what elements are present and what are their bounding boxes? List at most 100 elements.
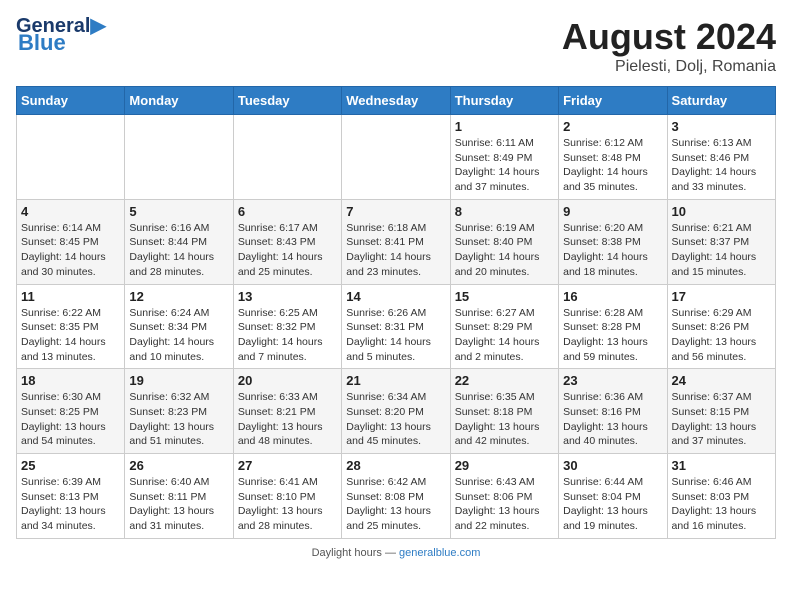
day-info: Sunrise: 6:46 AMSunset: 8:03 PMDaylight:… xyxy=(672,475,771,534)
day-info: Sunrise: 6:13 AMSunset: 8:46 PMDaylight:… xyxy=(672,136,771,195)
calendar-cell: 19 Sunrise: 6:32 AMSunset: 8:23 PMDayligh… xyxy=(125,369,233,454)
day-info: Sunrise: 6:12 AMSunset: 8:48 PMDaylight:… xyxy=(563,136,662,195)
day-number: 8 xyxy=(455,204,554,219)
day-number: 5 xyxy=(129,204,228,219)
day-info: Sunrise: 6:18 AMSunset: 8:41 PMDaylight:… xyxy=(346,221,445,280)
calendar-cell: 21Sunrise: 6:34 AMSunset: 8:20 PMDayligh… xyxy=(342,369,450,454)
day-info: Sunrise: 6:36 AMSunset: 8:16 PMDaylight:… xyxy=(563,390,662,449)
day-info: Sunrise: 6:40 AMSunset: 8:11 PMDaylight:… xyxy=(129,475,228,534)
day-info: Sunrise: 6:42 AMSunset: 8:08 PMDaylight:… xyxy=(346,475,445,534)
calendar-cell: 3 Sunrise: 6:13 AMSunset: 8:46 PMDaylight… xyxy=(667,115,775,200)
day-number: 28 xyxy=(346,458,445,473)
calendar-cell: 31 Sunrise: 6:46 AMSunset: 8:03 PMDayligh… xyxy=(667,454,775,539)
day-number: 21 xyxy=(346,373,445,388)
day-number: 23 xyxy=(563,373,662,388)
day-info: Sunrise: 6:28 AMSunset: 8:28 PMDaylight:… xyxy=(563,306,662,365)
day-info: Sunrise: 6:43 AMSunset: 8:06 PMDaylight:… xyxy=(455,475,554,534)
calendar-cell xyxy=(125,115,233,200)
day-info: Sunrise: 6:24 AMSunset: 8:34 PMDaylight:… xyxy=(129,306,228,365)
title-block: August 2024 Pielesti, Dolj, Romania xyxy=(562,16,776,76)
day-number: 1 xyxy=(455,119,554,134)
calendar-subtitle: Pielesti, Dolj, Romania xyxy=(562,58,776,76)
day-of-week-header: Tuesday xyxy=(233,87,341,115)
calendar-table: SundayMondayTuesdayWednesdayThursdayFrid… xyxy=(16,86,776,539)
calendar-cell: 12 Sunrise: 6:24 AMSunset: 8:34 PMDayligh… xyxy=(125,284,233,369)
calendar-cell: 7 Sunrise: 6:18 AMSunset: 8:41 PMDaylight… xyxy=(342,199,450,284)
day-number: 15 xyxy=(455,289,554,304)
day-number: 19 xyxy=(129,373,228,388)
day-info: Sunrise: 6:39 AMSunset: 8:13 PMDaylight:… xyxy=(21,475,120,534)
calendar-cell: 30Sunrise: 6:44 AMSunset: 8:04 PMDayligh… xyxy=(559,454,667,539)
calendar-cell: 16Sunrise: 6:28 AMSunset: 8:28 PMDayligh… xyxy=(559,284,667,369)
calendar-week-row: 18 Sunrise: 6:30 AMSunset: 8:25 PMDayligh… xyxy=(17,369,776,454)
calendar-cell: 15 Sunrise: 6:27 AMSunset: 8:29 PMDayligh… xyxy=(450,284,558,369)
day-info: Sunrise: 6:29 AMSunset: 8:26 PMDaylight:… xyxy=(672,306,771,365)
day-number: 12 xyxy=(129,289,228,304)
page-header: General▶ Blue August 2024 Pielesti, Dolj… xyxy=(16,16,776,76)
day-number: 14 xyxy=(346,289,445,304)
footer-link[interactable]: generalblue.com xyxy=(399,547,480,559)
day-info: Sunrise: 6:19 AMSunset: 8:40 PMDaylight:… xyxy=(455,221,554,280)
calendar-cell: 13Sunrise: 6:25 AMSunset: 8:32 PMDayligh… xyxy=(233,284,341,369)
calendar-cell: 14 Sunrise: 6:26 AMSunset: 8:31 PMDayligh… xyxy=(342,284,450,369)
day-info: Sunrise: 6:32 AMSunset: 8:23 PMDaylight:… xyxy=(129,390,228,449)
day-number: 31 xyxy=(672,458,771,473)
day-info: Sunrise: 6:14 AMSunset: 8:45 PMDaylight:… xyxy=(21,221,120,280)
calendar-cell: 22Sunrise: 6:35 AMSunset: 8:18 PMDayligh… xyxy=(450,369,558,454)
calendar-cell xyxy=(233,115,341,200)
day-number: 27 xyxy=(238,458,337,473)
day-number: 2 xyxy=(563,119,662,134)
day-info: Sunrise: 6:30 AMSunset: 8:25 PMDaylight:… xyxy=(21,390,120,449)
day-of-week-header: Saturday xyxy=(667,87,775,115)
calendar-cell: 25Sunrise: 6:39 AMSunset: 8:13 PMDayligh… xyxy=(17,454,125,539)
day-info: Sunrise: 6:26 AMSunset: 8:31 PMDaylight:… xyxy=(346,306,445,365)
calendar-cell: 26 Sunrise: 6:40 AMSunset: 8:11 PMDayligh… xyxy=(125,454,233,539)
calendar-cell: 17Sunrise: 6:29 AMSunset: 8:26 PMDayligh… xyxy=(667,284,775,369)
day-of-week-header: Friday xyxy=(559,87,667,115)
day-info: Sunrise: 6:17 AMSunset: 8:43 PMDaylight:… xyxy=(238,221,337,280)
day-info: Sunrise: 6:11 AMSunset: 8:49 PMDaylight:… xyxy=(455,136,554,195)
day-number: 18 xyxy=(21,373,120,388)
calendar-cell: 5 Sunrise: 6:16 AMSunset: 8:44 PMDaylight… xyxy=(125,199,233,284)
day-number: 26 xyxy=(129,458,228,473)
day-info: Sunrise: 6:27 AMSunset: 8:29 PMDaylight:… xyxy=(455,306,554,365)
day-info: Sunrise: 6:20 AMSunset: 8:38 PMDaylight:… xyxy=(563,221,662,280)
day-info: Sunrise: 6:25 AMSunset: 8:32 PMDaylight:… xyxy=(238,306,337,365)
calendar-cell: 18 Sunrise: 6:30 AMSunset: 8:25 PMDayligh… xyxy=(17,369,125,454)
calendar-cell: 4 Sunrise: 6:14 AMSunset: 8:45 PMDaylight… xyxy=(17,199,125,284)
calendar-cell: 28 Sunrise: 6:42 AMSunset: 8:08 PMDayligh… xyxy=(342,454,450,539)
calendar-cell: 27 Sunrise: 6:41 AMSunset: 8:10 PMDayligh… xyxy=(233,454,341,539)
day-number: 10 xyxy=(672,204,771,219)
day-number: 3 xyxy=(672,119,771,134)
day-number: 24 xyxy=(672,373,771,388)
footer-text: Daylight hours xyxy=(312,547,382,559)
calendar-cell: 2 Sunrise: 6:12 AMSunset: 8:48 PMDaylight… xyxy=(559,115,667,200)
calendar-cell: 6 Sunrise: 6:17 AMSunset: 8:43 PMDaylight… xyxy=(233,199,341,284)
calendar-cell: 1 Sunrise: 6:11 AMSunset: 8:49 PMDaylight… xyxy=(450,115,558,200)
day-info: Sunrise: 6:16 AMSunset: 8:44 PMDaylight:… xyxy=(129,221,228,280)
day-number: 9 xyxy=(563,204,662,219)
calendar-cell: 11Sunrise: 6:22 AMSunset: 8:35 PMDayligh… xyxy=(17,284,125,369)
day-number: 20 xyxy=(238,373,337,388)
day-number: 4 xyxy=(21,204,120,219)
calendar-cell: 10 Sunrise: 6:21 AMSunset: 8:37 PMDayligh… xyxy=(667,199,775,284)
calendar-title: August 2024 xyxy=(562,16,776,58)
day-number: 30 xyxy=(563,458,662,473)
calendar-cell: 23 Sunrise: 6:36 AMSunset: 8:16 PMDayligh… xyxy=(559,369,667,454)
calendar-cell: 29 Sunrise: 6:43 AMSunset: 8:06 PMDayligh… xyxy=(450,454,558,539)
calendar-week-row: 1 Sunrise: 6:11 AMSunset: 8:49 PMDaylight… xyxy=(17,115,776,200)
calendar-cell xyxy=(342,115,450,200)
logo-line2: Blue xyxy=(18,32,66,54)
day-info: Sunrise: 6:21 AMSunset: 8:37 PMDaylight:… xyxy=(672,221,771,280)
day-number: 6 xyxy=(238,204,337,219)
day-info: Sunrise: 6:41 AMSunset: 8:10 PMDaylight:… xyxy=(238,475,337,534)
day-number: 7 xyxy=(346,204,445,219)
calendar-week-row: 25Sunrise: 6:39 AMSunset: 8:13 PMDayligh… xyxy=(17,454,776,539)
day-info: Sunrise: 6:35 AMSunset: 8:18 PMDaylight:… xyxy=(455,390,554,449)
calendar-footer: Daylight hours — generalblue.com xyxy=(16,547,776,559)
day-info: Sunrise: 6:33 AMSunset: 8:21 PMDaylight:… xyxy=(238,390,337,449)
day-of-week-header: Wednesday xyxy=(342,87,450,115)
day-number: 29 xyxy=(455,458,554,473)
day-info: Sunrise: 6:22 AMSunset: 8:35 PMDaylight:… xyxy=(21,306,120,365)
day-info: Sunrise: 6:37 AMSunset: 8:15 PMDaylight:… xyxy=(672,390,771,449)
